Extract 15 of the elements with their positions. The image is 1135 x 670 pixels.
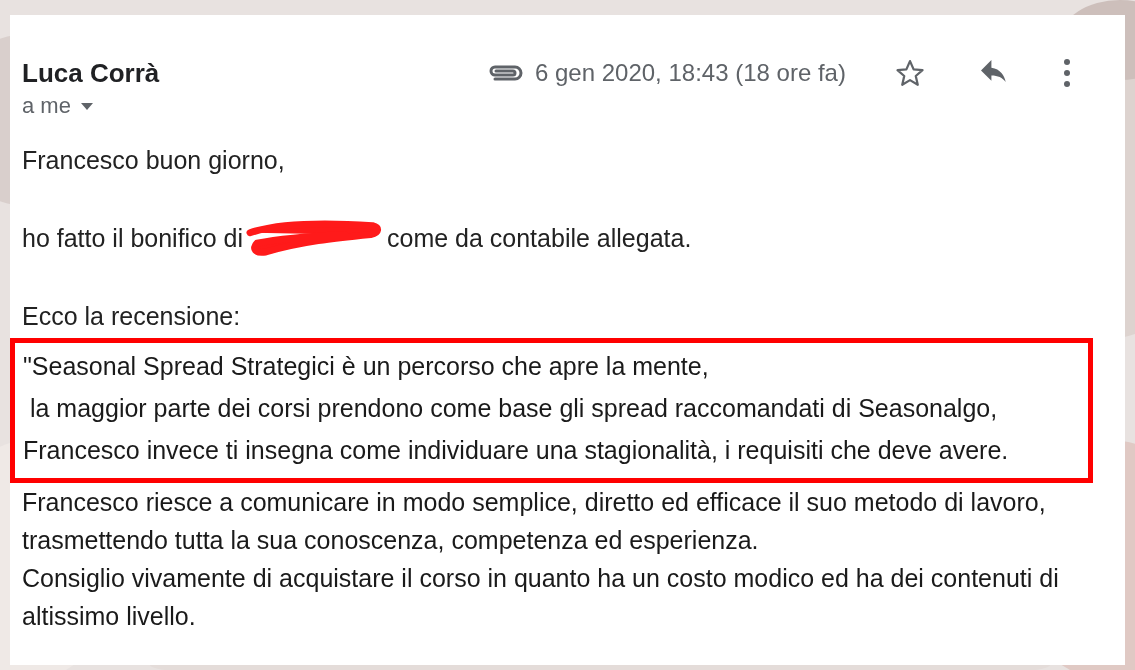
star-icon xyxy=(895,58,925,88)
review-text: Consiglio vivamente di acquistare il corso in quanto ha un costo modico ed ha dei contenuti di altissimo livello. xyxy=(22,563,1060,632)
dropdown-icon[interactable] xyxy=(80,102,93,110)
recipient-label: a me xyxy=(22,93,71,119)
message-date: 6 gen 2020, 18:43 (18 ore fa) xyxy=(535,59,847,87)
message-text: Ecco la recensione: xyxy=(22,301,242,331)
review-line: la maggior parte dei corsi prendono come base gli spread raccomandati di Seasonalgo, xyxy=(28,393,999,424)
review-text: Francesco riesce a comunicare in modo semplice, diretto ed efficace il suo metodo di lavoro, trasmettendo tutta la sua conoscenza, competenza ed esperienza. xyxy=(22,487,1047,556)
sender-name: Luca Corrà xyxy=(22,57,161,89)
review-line: Francesco invece ti insegna come individuare una stagionalità, i requisiti che deve avere. xyxy=(23,435,1010,466)
more-options-icon xyxy=(1063,58,1071,88)
message-text: Francesco buon giorno, xyxy=(22,145,286,175)
message-text: ho fatto il bonifico di xyxy=(22,223,243,253)
message-text: come da contabile allegata. xyxy=(387,223,692,253)
review-line: "Seasonal Spread Strategici è un percorso che apre la mente, xyxy=(23,351,710,382)
